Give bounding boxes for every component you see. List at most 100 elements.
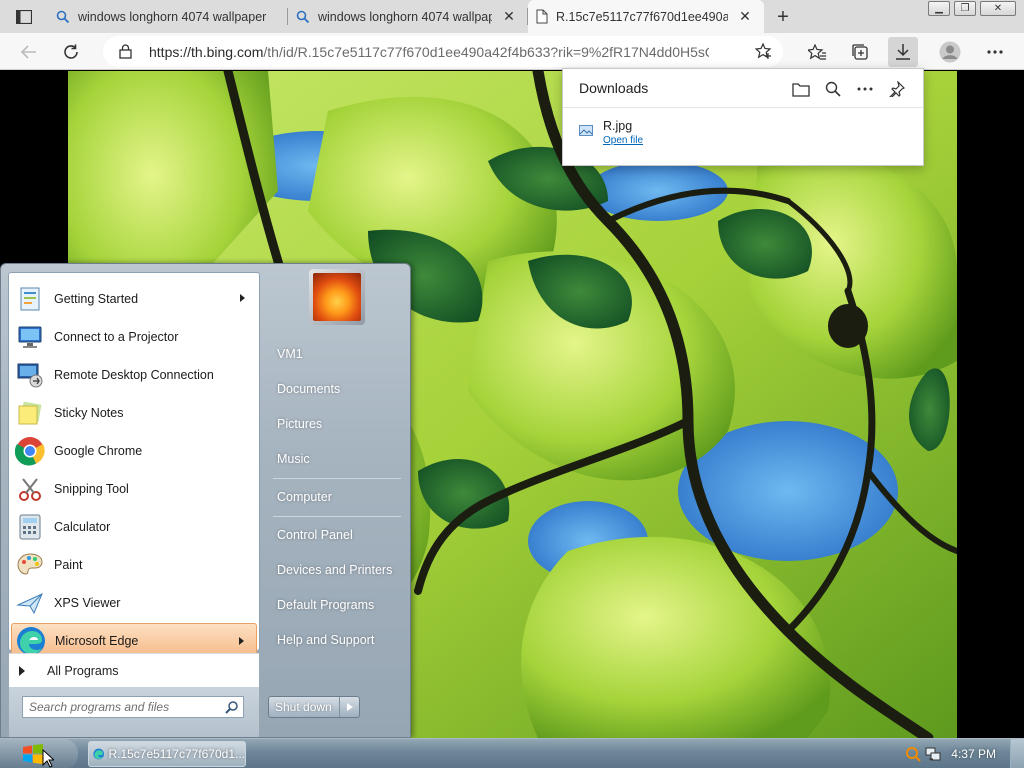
image-file-icon [579, 125, 593, 139]
taskbar-edge-window[interactable]: R.15c7e5117c77f670d1... [88, 741, 246, 767]
back-button[interactable] [14, 37, 44, 67]
pin-icon [889, 81, 905, 97]
downloaded-file-name[interactable]: R.jpg [603, 119, 632, 133]
tab-image-active[interactable]: R.15c7e5117c77f670d1ee490a42f4b633 ✕ [528, 0, 764, 33]
paint-palette-icon [14, 549, 46, 581]
start-item-label: Google Chrome [54, 444, 143, 458]
start-button[interactable] [0, 739, 78, 768]
downloads-title: Downloads [579, 80, 649, 96]
start-right-documents[interactable]: Documents [271, 374, 401, 404]
start-search-area: Search programs and files [9, 687, 259, 737]
start-item-google-chrome[interactable]: Google Chrome [11, 433, 257, 469]
start-item-label: Paint [54, 558, 83, 572]
start-item-xps-viewer[interactable]: XPS Viewer [11, 585, 257, 621]
start-item-snipping-tool[interactable]: Snipping Tool [11, 471, 257, 507]
show-desktop-button[interactable] [1010, 739, 1024, 768]
start-item-calculator[interactable]: Calculator [11, 509, 257, 545]
shutdown-options-arrow-icon[interactable] [339, 697, 359, 717]
shutdown-button[interactable]: Shut down [268, 696, 360, 718]
start-item-label: Microsoft Edge [55, 634, 139, 648]
xps-viewer-icon [14, 587, 46, 619]
start-right-user[interactable]: VM1 [271, 339, 401, 369]
start-right-default-programs[interactable]: Default Programs [271, 590, 401, 620]
search-placeholder: Search programs and files [29, 700, 170, 714]
start-item-remote-desktop[interactable]: Remote Desktop Connection [11, 357, 257, 393]
start-right-music[interactable]: Music [271, 444, 401, 474]
close-tab-icon[interactable]: ✕ [498, 6, 520, 28]
url-path: /th/id/R.15c7e5117c77f670d1ee490a42f4b63… [263, 43, 709, 60]
tab-title: R.15c7e5117c77f670d1ee490a42f4b633 [556, 9, 728, 24]
shutdown-label: Shut down [275, 700, 332, 714]
start-item-paint[interactable]: Paint [11, 547, 257, 583]
profile-button[interactable] [935, 37, 965, 67]
all-programs-button[interactable]: All Programs [9, 653, 259, 687]
favorites-button[interactable] [802, 37, 832, 67]
start-right-help-support[interactable]: Help and Support [271, 625, 401, 655]
start-item-label: Calculator [54, 520, 111, 534]
folder-icon [792, 82, 810, 97]
settings-more-button[interactable] [980, 37, 1010, 67]
start-right-computer[interactable]: Computer [271, 482, 401, 512]
tab-title: windows longhorn 4074 wallpaper [78, 9, 267, 24]
search-icon [296, 10, 310, 23]
all-programs-label: All Programs [47, 663, 119, 678]
divider [273, 516, 401, 517]
profile-avatar-icon [939, 41, 961, 63]
favorite-star-icon[interactable] [755, 43, 773, 60]
more-dots-icon [987, 50, 1003, 54]
taskbar-app-label: R.15c7e5117c77f670d1... [108, 747, 245, 761]
action-center-flag-icon[interactable] [905, 746, 922, 762]
tab-actions-icon[interactable] [8, 6, 40, 28]
start-item-getting-started[interactable]: Getting Started [11, 281, 257, 317]
start-item-label: Remote Desktop Connection [54, 368, 214, 382]
getting-started-icon [14, 283, 46, 315]
tab-title: windows longhorn 4074 wallpaper [318, 9, 492, 24]
downloads-button[interactable] [888, 37, 918, 67]
submenu-arrow-icon [240, 294, 245, 302]
user-account-picture[interactable] [309, 269, 365, 325]
restore-button[interactable]: ❐ [954, 1, 976, 16]
pin-downloads-button[interactable] [885, 77, 909, 101]
start-search-input[interactable]: Search programs and files [22, 696, 244, 718]
submenu-arrow-icon [239, 637, 244, 645]
tab-search-2[interactable]: windows longhorn 4074 wallpaper ✕ [288, 0, 528, 33]
browser-toolbar: https://th.bing.com/th/id/R.15c7e5117c77… [0, 33, 1024, 70]
start-item-label: Sticky Notes [54, 406, 124, 420]
favorites-icon [808, 43, 826, 60]
start-item-label: Snipping Tool [54, 482, 129, 496]
tab-search-1[interactable]: windows longhorn 4074 wallpaper [48, 0, 288, 33]
refresh-icon [64, 44, 78, 59]
open-downloads-folder-button[interactable] [789, 77, 813, 101]
flower-picture-icon [313, 273, 361, 321]
downloads-more-button[interactable] [853, 77, 877, 101]
refresh-button[interactable] [56, 37, 86, 67]
start-right-pictures[interactable]: Pictures [271, 409, 401, 439]
tab-strip: windows longhorn 4074 wallpaper windows … [0, 0, 1024, 33]
clock-time[interactable]: 4:37 PM [951, 747, 996, 761]
back-arrow-icon [20, 45, 36, 59]
minimize-button[interactable]: ▁ [928, 1, 950, 16]
divider [563, 107, 923, 108]
start-right-devices-printers[interactable]: Devices and Printers [271, 555, 401, 585]
network-icon[interactable] [925, 746, 941, 762]
start-item-sticky-notes[interactable]: Sticky Notes [11, 395, 257, 431]
start-item-connect-projector[interactable]: Connect to a Projector [11, 319, 257, 355]
search-downloads-button[interactable] [821, 77, 845, 101]
open-file-link[interactable]: Open file [603, 135, 643, 146]
sticky-notes-icon [14, 397, 46, 429]
start-right-control-panel[interactable]: Control Panel [271, 520, 401, 550]
close-tab-icon[interactable]: ✕ [734, 6, 756, 28]
magnifier-icon [225, 700, 239, 717]
url-text: https://th.bing.com/th/id/R.15c7e5117c77… [149, 44, 709, 60]
url-host: https://th.bing.com [149, 43, 264, 60]
search-icon [825, 81, 841, 97]
address-bar[interactable]: https://th.bing.com/th/id/R.15c7e5117c77… [103, 36, 783, 67]
new-tab-button[interactable]: + [770, 4, 796, 30]
start-item-label: XPS Viewer [54, 596, 121, 610]
start-item-label: Getting Started [54, 292, 139, 306]
collections-button[interactable] [845, 37, 875, 67]
downloads-flyout: Downloads R.jpg Open file [562, 68, 924, 166]
mouse-cursor-icon [42, 749, 54, 768]
system-tray: 4:37 PM [905, 739, 1024, 768]
close-window-button[interactable]: ✕ [980, 1, 1016, 16]
